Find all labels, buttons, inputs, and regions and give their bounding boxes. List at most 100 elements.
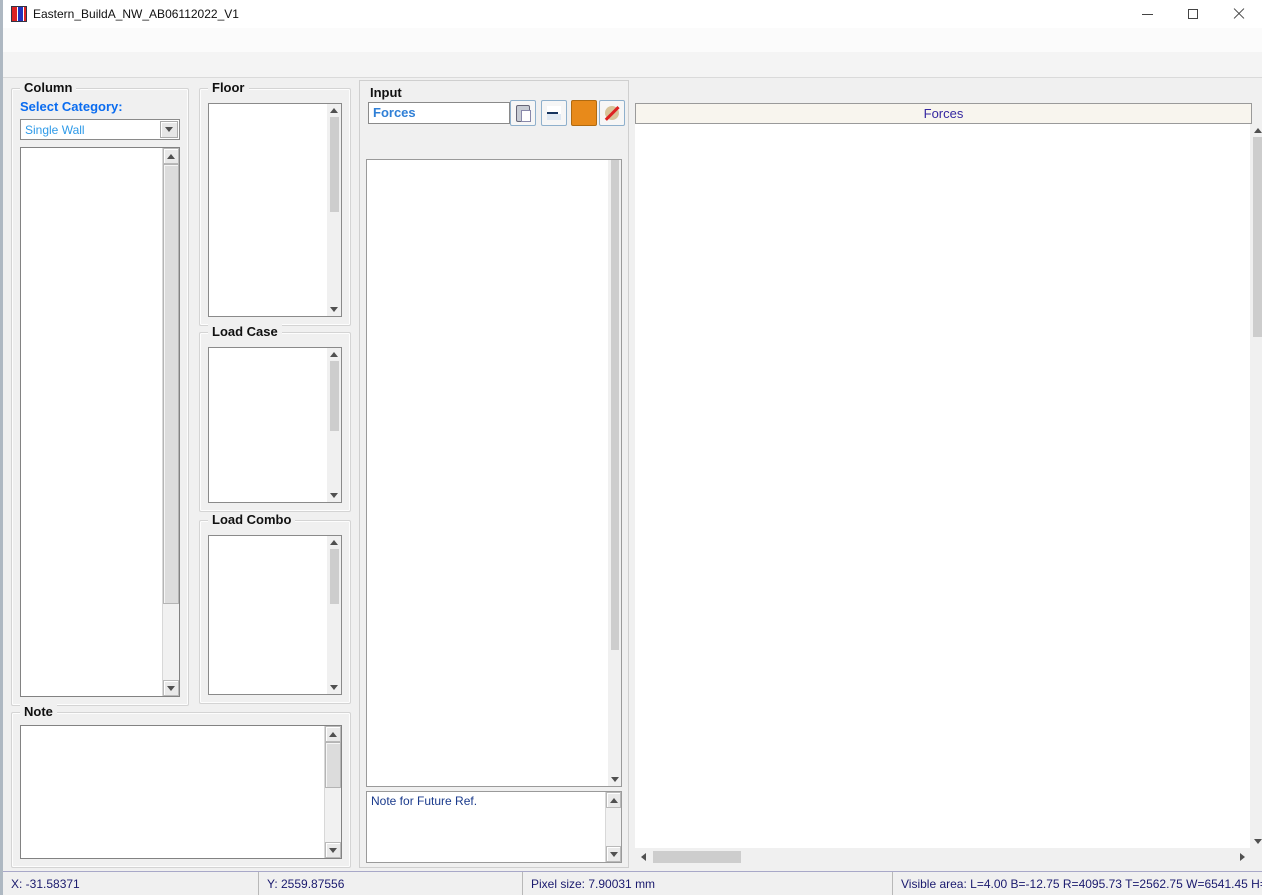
- title-bar: Eastern_BuildA_NW_AB06112022_V1: [3, 0, 1262, 28]
- arrow-up-icon: [330, 352, 338, 357]
- scrollbar-thumb[interactable]: [330, 361, 339, 431]
- scroll-up-button[interactable]: [325, 726, 341, 742]
- minimize-icon: [1142, 14, 1153, 15]
- scroll-down-button[interactable]: [327, 489, 341, 502]
- scrollbar-thumb[interactable]: [330, 117, 339, 212]
- scroll-down-button[interactable]: [163, 680, 179, 696]
- table-title: Forces: [635, 103, 1252, 124]
- note-groupbox: Note: [11, 712, 351, 868]
- scrollbar-thumb[interactable]: [330, 549, 339, 604]
- scroll-down-button[interactable]: [608, 773, 622, 786]
- arrow-up-icon: [329, 732, 337, 737]
- arrow-down-icon: [1254, 839, 1262, 844]
- note-scrollbar[interactable]: [324, 726, 341, 858]
- arrow-up-icon: [1254, 128, 1262, 133]
- hide-drawing-button[interactable]: [599, 100, 625, 126]
- floor-scrollbar[interactable]: [327, 104, 341, 316]
- scroll-up-button[interactable]: [327, 348, 341, 361]
- column-group-title: Column: [20, 80, 76, 95]
- category-combobox-value: Single Wall: [21, 123, 160, 137]
- arrow-down-icon: [330, 307, 338, 312]
- scrollbar-thumb[interactable]: [163, 164, 179, 604]
- status-bar: X: -31.58371 Y: 2559.87556 Pixel size: 7…: [3, 871, 1262, 895]
- close-button[interactable]: [1216, 0, 1262, 28]
- scrollbar-thumb[interactable]: [1253, 137, 1262, 337]
- save-button[interactable]: [541, 100, 567, 126]
- scroll-down-button[interactable]: [327, 303, 341, 316]
- load-combo-scrollbar[interactable]: [327, 536, 341, 694]
- category-dropdown-button[interactable]: [160, 121, 178, 138]
- floor-group-title: Floor: [208, 80, 249, 95]
- app-icon: [11, 6, 27, 22]
- table-name-input[interactable]: Forces: [368, 102, 510, 124]
- arrow-down-icon: [330, 493, 338, 498]
- load-combo-groupbox: Load Combo: [199, 520, 351, 704]
- future-ref-note-text: Note for Future Ref.: [367, 792, 605, 862]
- refresh-2-button[interactable]: [571, 100, 597, 126]
- maximize-icon: [1188, 9, 1198, 19]
- arrow-up-icon: [330, 540, 338, 545]
- load-combo-group-title: Load Combo: [208, 512, 295, 527]
- minimize-button[interactable]: [1124, 0, 1170, 28]
- arrow-up-icon: [167, 154, 175, 159]
- scroll-up-button[interactable]: [606, 792, 621, 808]
- status-x-coordinate: X: -31.58371: [3, 872, 259, 895]
- floor-checklist: [208, 103, 342, 317]
- scroll-up-button[interactable]: [1251, 124, 1262, 137]
- load-case-checklist: [208, 347, 342, 503]
- scroll-down-button[interactable]: [325, 842, 341, 858]
- scroll-up-button[interactable]: [327, 536, 341, 549]
- scroll-left-button[interactable]: [635, 848, 651, 866]
- input-panel: Input Forces Note for Future Ref.: [359, 80, 629, 868]
- arrow-down-icon: [610, 852, 618, 857]
- scroll-up-button[interactable]: [163, 148, 179, 164]
- scroll-down-button[interactable]: [327, 681, 341, 694]
- category-combobox[interactable]: Single Wall: [20, 119, 180, 140]
- column-list-scrollbar[interactable]: [162, 148, 179, 696]
- note-group-title: Note: [20, 704, 57, 719]
- column-listbox: [20, 147, 180, 697]
- property-grid-scrollbar[interactable]: [608, 160, 621, 786]
- arrow-up-icon: [330, 108, 338, 113]
- future-ref-note-box[interactable]: Note for Future Ref.: [366, 791, 622, 863]
- arrow-down-icon: [611, 777, 619, 782]
- table-horizontal-scrollbar[interactable]: [635, 848, 1250, 866]
- paste-button[interactable]: [510, 100, 536, 126]
- close-icon: [1233, 8, 1245, 20]
- select-category-label: Select Category:: [20, 99, 123, 114]
- window-controls: [1124, 0, 1262, 28]
- status-pixel-size: Pixel size: 7.90031 mm: [523, 872, 893, 895]
- load-case-groupbox: Load Case: [199, 332, 351, 512]
- forces-table: [635, 124, 1252, 848]
- results-panel: Forces: [633, 80, 1262, 868]
- column-groupbox: Column Select Category: Single Wall: [11, 88, 189, 706]
- table-vertical-scrollbar[interactable]: [1250, 124, 1262, 848]
- scrollbar-thumb[interactable]: [653, 851, 741, 863]
- scroll-down-button[interactable]: [1251, 835, 1262, 848]
- note-box: [20, 725, 342, 859]
- arrow-left-icon: [641, 853, 646, 861]
- arrow-down-icon: [329, 848, 337, 853]
- scroll-right-button[interactable]: [1234, 848, 1250, 866]
- arrow-down-icon: [167, 686, 175, 691]
- scroll-up-button[interactable]: [327, 104, 341, 117]
- arrow-right-icon: [1240, 853, 1245, 861]
- arrow-down-icon: [330, 685, 338, 690]
- chevron-down-icon: [165, 127, 173, 132]
- menu-bar: [3, 28, 1262, 52]
- scrollbar-thumb[interactable]: [611, 160, 619, 650]
- scroll-down-button[interactable]: [606, 846, 621, 862]
- column-list-items: [21, 148, 162, 696]
- load-combo-checklist: [208, 535, 342, 695]
- scrollbar-thumb[interactable]: [325, 742, 341, 788]
- maximize-button[interactable]: [1170, 0, 1216, 28]
- footnote-scrollbar[interactable]: [605, 792, 621, 862]
- status-visible-area: Visible area: L=4.00 B=-12.75 R=4095.73 …: [893, 872, 1262, 895]
- window-title: Eastern_BuildA_NW_AB06112022_V1: [33, 7, 239, 21]
- load-case-scrollbar[interactable]: [327, 348, 341, 502]
- property-grid: [366, 159, 622, 787]
- toolbar: [3, 52, 1262, 78]
- arrow-up-icon: [610, 798, 618, 803]
- input-panel-title: Input: [370, 85, 402, 100]
- load-case-group-title: Load Case: [208, 324, 282, 339]
